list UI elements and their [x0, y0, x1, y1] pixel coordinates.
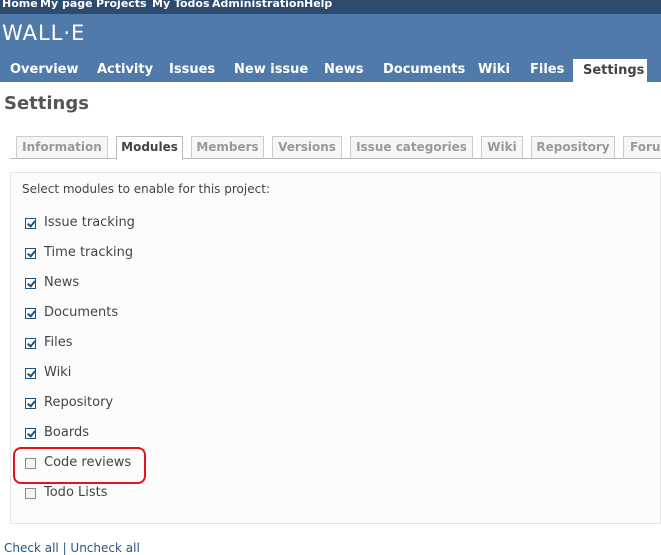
checkbox-documents[interactable] — [25, 308, 36, 319]
tab-documents[interactable]: Documents — [383, 63, 465, 77]
module-label: Files — [44, 335, 73, 350]
checkbox-repository[interactable] — [25, 398, 36, 409]
settings-tab-versions[interactable]: Versions — [272, 136, 342, 158]
top-menu-administration[interactable]: Administration — [212, 0, 304, 11]
settings-tab-modules[interactable]: Modules — [116, 136, 183, 160]
check-all-link[interactable]: Check all | Uncheck all — [4, 541, 140, 555]
tab-files[interactable]: Files — [530, 63, 564, 77]
tabs-divider — [10, 158, 661, 159]
top-menu-my-page[interactable]: My page — [40, 0, 93, 11]
tab-issues[interactable]: Issues — [169, 63, 215, 77]
checkbox-time-tracking[interactable] — [25, 248, 36, 259]
modules-legend: Select modules to enable for this projec… — [22, 182, 270, 196]
settings-tab-forums[interactable]: Foru — [623, 136, 661, 158]
tab-wiki[interactable]: Wiki — [478, 63, 510, 77]
settings-tab-information[interactable]: Information — [16, 136, 108, 158]
module-label: News — [44, 275, 80, 290]
module-label: Repository — [44, 395, 114, 410]
settings-tab-repository[interactable]: Repository — [531, 136, 615, 158]
tab-activity[interactable]: Activity — [97, 63, 153, 77]
settings-tab-members[interactable]: Members — [191, 136, 264, 158]
checkbox-files[interactable] — [25, 338, 36, 349]
project-title: WALL·E — [2, 21, 86, 45]
module-label: Wiki — [44, 365, 72, 380]
tab-settings[interactable]: Settings — [573, 59, 647, 82]
checkbox-boards[interactable] — [25, 428, 36, 439]
checkbox-issue-tracking[interactable] — [25, 218, 36, 229]
tab-settings-label: Settings — [583, 63, 645, 78]
top-menu-help[interactable]: Help — [304, 0, 332, 11]
page-title: Settings — [4, 93, 89, 114]
settings-tab-issue-categories[interactable]: Issue categories — [350, 136, 473, 158]
module-label: Todo Lists — [44, 485, 108, 500]
tab-overview[interactable]: Overview — [10, 63, 79, 77]
settings-tab-wiki[interactable]: Wiki — [481, 136, 523, 158]
tab-news[interactable]: News — [324, 63, 363, 77]
checkbox-todo-lists[interactable] — [25, 488, 36, 499]
top-menu-my-todos[interactable]: My Todos — [152, 0, 210, 11]
top-menu-projects[interactable]: Projects — [96, 0, 147, 11]
module-label: Issue tracking — [44, 215, 135, 230]
module-label: Documents — [44, 305, 119, 320]
module-label: Time tracking — [44, 245, 134, 260]
module-label: Boards — [44, 425, 89, 440]
top-menu-home[interactable]: Home — [2, 0, 38, 11]
annotation-highlight — [13, 447, 146, 484]
tab-new-issue[interactable]: New issue — [234, 63, 308, 77]
checkbox-wiki[interactable] — [25, 368, 36, 379]
top-menu-bar: Home My page Projects My Todos Administr… — [0, 0, 661, 14]
checkbox-news[interactable] — [25, 278, 36, 289]
